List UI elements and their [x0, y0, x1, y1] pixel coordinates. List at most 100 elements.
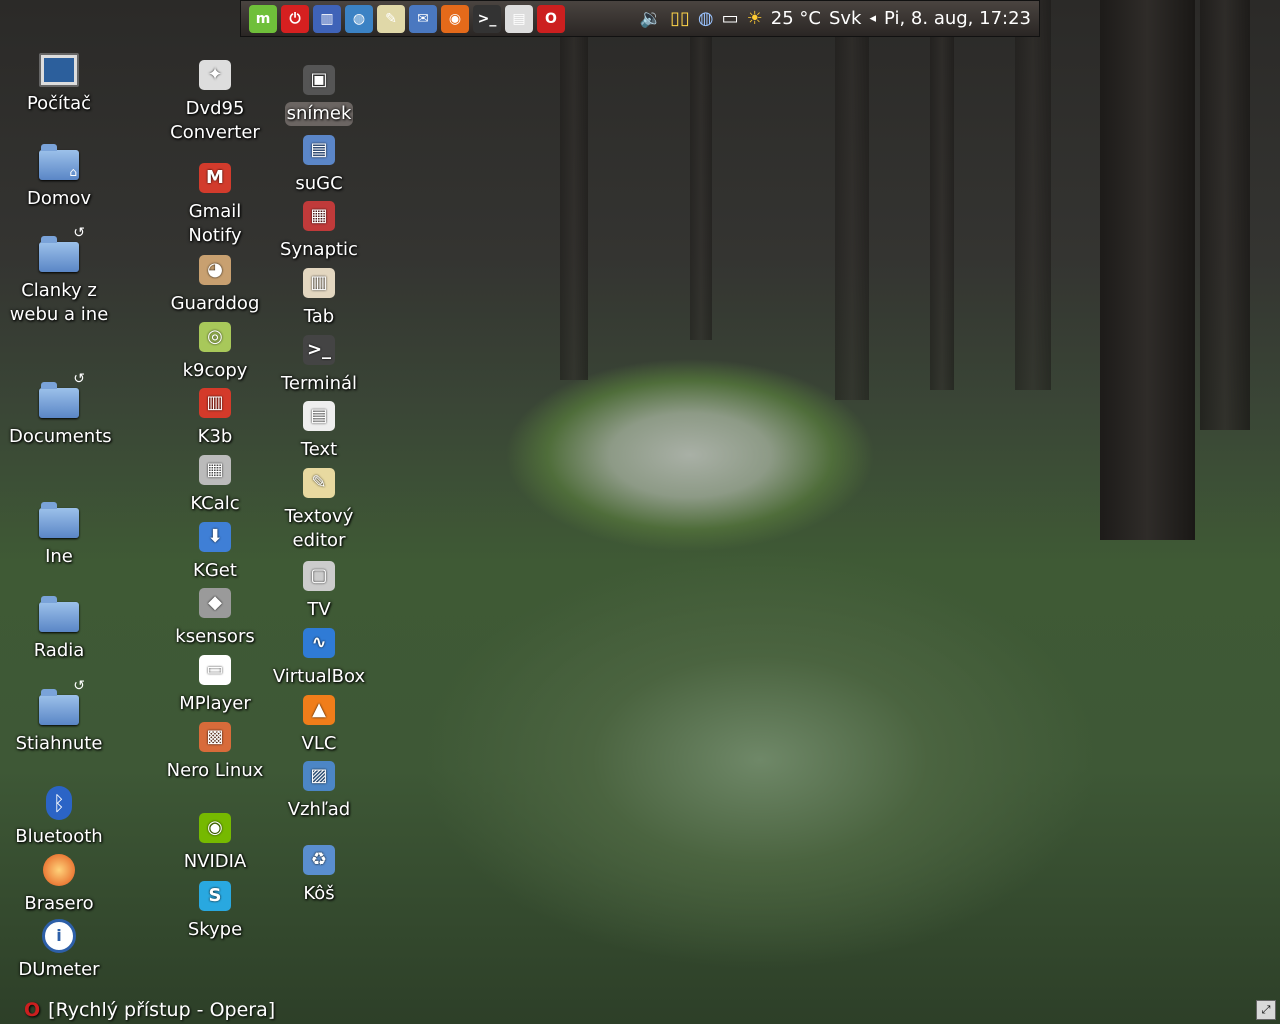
text-editor-icon[interactable]: ✎: [377, 4, 405, 33]
desktop-icon-label: ksensors: [175, 626, 255, 647]
desktop-icon-documents[interactable]: ↺ Documents: [4, 371, 114, 449]
desktop-icon-ksensors[interactable]: ◆ ksensors: [160, 583, 270, 649]
app-icon: ▦: [195, 450, 235, 490]
desktop-icon-label: VLC: [301, 733, 337, 754]
taskbar-window-title: [Rychlý přístup - Opera]: [48, 999, 276, 1021]
desktop-icon-text[interactable]: ▤ Text: [264, 396, 374, 462]
desktop-icon-dvd95-converter[interactable]: ✦ Dvd95 Converter: [160, 55, 270, 145]
network-icon[interactable]: ◍: [698, 8, 714, 29]
desktop-icon-guarddog[interactable]: ◕ Guarddog: [160, 250, 270, 316]
desktop-icon-label: suGC: [295, 173, 343, 194]
launcher-bar: m ⏻ ▥ ◍ ✎ ✉ ◉ >_ ▤ O: [249, 4, 565, 33]
document-icon[interactable]: ▤: [505, 4, 533, 33]
power-icon[interactable]: ⏻: [281, 4, 309, 33]
window-list-icon[interactable]: ▭: [722, 8, 739, 29]
desktop-icon-brasero[interactable]: Brasero: [4, 850, 114, 916]
desktop-icon-label: NVIDIA: [183, 851, 247, 872]
desktop-icon-label: Domov: [26, 188, 92, 209]
mint-menu-icon[interactable]: m: [249, 4, 277, 33]
folder-icon: ↺: [39, 371, 85, 423]
desktop-icon-radia[interactable]: Radia: [4, 596, 114, 663]
tree-trunk: [930, 0, 954, 390]
desktop-icon-kcalc[interactable]: ▦ KCalc: [160, 450, 270, 516]
desktop-icon-label: k9copy: [182, 360, 248, 381]
app-icon: S: [195, 876, 235, 916]
app-icon: ▣: [299, 60, 339, 100]
desktop-icon-tv[interactable]: ▢ TV: [264, 556, 374, 622]
globe-icon[interactable]: ◍: [345, 4, 373, 33]
desktop-icon-k9copy[interactable]: ◎ k9copy: [160, 317, 270, 383]
folder-icon: [39, 596, 79, 637]
desktop-icon-k-[interactable]: ♻ Kôš: [264, 840, 374, 906]
file-manager-icon[interactable]: ▥: [313, 4, 341, 33]
desktop-icon-label: VirtualBox: [272, 666, 366, 687]
tree-trunk: [835, 0, 869, 400]
weather-temperature[interactable]: 25 °C: [771, 8, 821, 29]
app-icon: ▩: [195, 717, 235, 757]
desktop-icon-clanky-z-webu-a-ine[interactable]: ↺ Clanky z webu a ine: [4, 225, 114, 327]
desktop-icon-ine[interactable]: Ine: [4, 502, 114, 569]
home-folder-icon: ⌂: [39, 144, 79, 185]
desktop-icon-sugc[interactable]: ▤ suGC: [264, 130, 374, 196]
desktop-icon-po-ta-[interactable]: Počítač: [4, 50, 114, 116]
desktop-icon-gmail-notify[interactable]: M Gmail Notify: [160, 158, 270, 248]
desktop-icon-termin-l[interactable]: >_ Terminál: [264, 330, 374, 396]
desktop-icon-k3b[interactable]: ▥ K3b: [160, 383, 270, 449]
desktop-icon-label: Gmail Notify: [188, 201, 242, 246]
desktop-icon-label: Tab: [303, 306, 335, 327]
desktop-icon-label: Textový editor: [284, 506, 354, 551]
app-icon: ◆: [195, 583, 235, 623]
desktop-icon-mplayer[interactable]: ▭ MPlayer: [160, 650, 270, 716]
speaker-icon[interactable]: ◂: [869, 11, 876, 26]
desktop-icon-label: K3b: [197, 426, 233, 447]
taskbar: O [Rychlý přístup - Opera] ⤢: [0, 996, 1280, 1024]
weather-icon[interactable]: ☀: [747, 8, 763, 29]
thunderbird-icon[interactable]: ✉: [409, 4, 437, 33]
desktop-icon-label: DUmeter: [18, 959, 100, 980]
app-icon: ▥: [299, 263, 339, 303]
opera-icon[interactable]: O: [537, 4, 565, 33]
terminal-icon[interactable]: >_: [473, 4, 501, 33]
system-tray: 🔉 ▯▯ ◍ ▭ ☀ 25 °C Svk ◂ Pi, 8. aug, 17:23: [640, 8, 1031, 29]
desktop-icon-tab[interactable]: ▥ Tab: [264, 263, 374, 329]
workspace-icon[interactable]: ▯▯: [670, 8, 690, 29]
app-icon: ▤: [299, 130, 339, 170]
desktop-icon-vlc[interactable]: ▲ VLC: [264, 690, 374, 756]
app-icon: ▤: [299, 396, 339, 436]
desktop-icon-synaptic[interactable]: ▦ Synaptic: [264, 196, 374, 262]
desktop-icon-label: MPlayer: [179, 693, 251, 714]
clock[interactable]: Pi, 8. aug, 17:23: [884, 8, 1031, 29]
keyboard-layout[interactable]: Svk: [829, 8, 862, 29]
desktop-icon-nero-linux[interactable]: ▩ Nero Linux: [160, 717, 270, 783]
desktop-icon-dumeter[interactable]: i DUmeter: [4, 916, 114, 982]
folder-icon: ↺: [39, 678, 85, 730]
folder-icon: [39, 502, 79, 543]
app-icon: ♻: [299, 840, 339, 880]
desktop-icon-textov-editor[interactable]: ✎ Textový editor: [264, 463, 374, 553]
desktop-icon-label: KGet: [193, 560, 237, 581]
app-icon: ▦: [299, 196, 339, 236]
desktop-icon-bluetooth[interactable]: ᛒ Bluetooth: [4, 783, 114, 849]
desktop-icon-vzh-ad[interactable]: ▨ Vzhľad: [264, 756, 374, 822]
desktop-icon-skype[interactable]: S Skype: [160, 876, 270, 942]
desktop-icon-stiahnute[interactable]: ↺ Stiahnute: [4, 678, 114, 756]
show-desktop-icon[interactable]: ⤢: [1256, 1000, 1276, 1020]
brasero-icon: [39, 850, 79, 890]
desktop-icon-label: Radia: [33, 640, 85, 661]
desktop-icon-kget[interactable]: ⬇ KGet: [160, 517, 270, 583]
desktop-icon-label: Počítač: [26, 93, 92, 114]
firefox-icon[interactable]: ◉: [441, 4, 469, 33]
taskbar-window-opera[interactable]: O [Rychlý přístup - Opera]: [24, 999, 275, 1021]
desktop-icon-label: Documents: [9, 426, 112, 447]
app-icon: ◎: [195, 317, 235, 357]
desktop-icon-label: Text: [300, 439, 338, 460]
desktop-icon-label: Vzhľad: [287, 799, 351, 820]
desktop-icon-nvidia[interactable]: ◉ NVIDIA: [160, 808, 270, 874]
desktop-icon-label: Dvd95 Converter: [170, 98, 260, 143]
bluetooth-icon: ᛒ: [39, 783, 79, 823]
tray-volume-icon[interactable]: 🔉: [640, 8, 662, 29]
desktop-icon-sn-mek[interactable]: ▣ snímek: [264, 60, 374, 126]
desktop-icon-virtualbox[interactable]: ∿ VirtualBox: [264, 623, 374, 689]
desktop-icon-label: KCalc: [190, 493, 240, 514]
desktop-icon-domov[interactable]: ⌂ Domov: [4, 144, 114, 211]
